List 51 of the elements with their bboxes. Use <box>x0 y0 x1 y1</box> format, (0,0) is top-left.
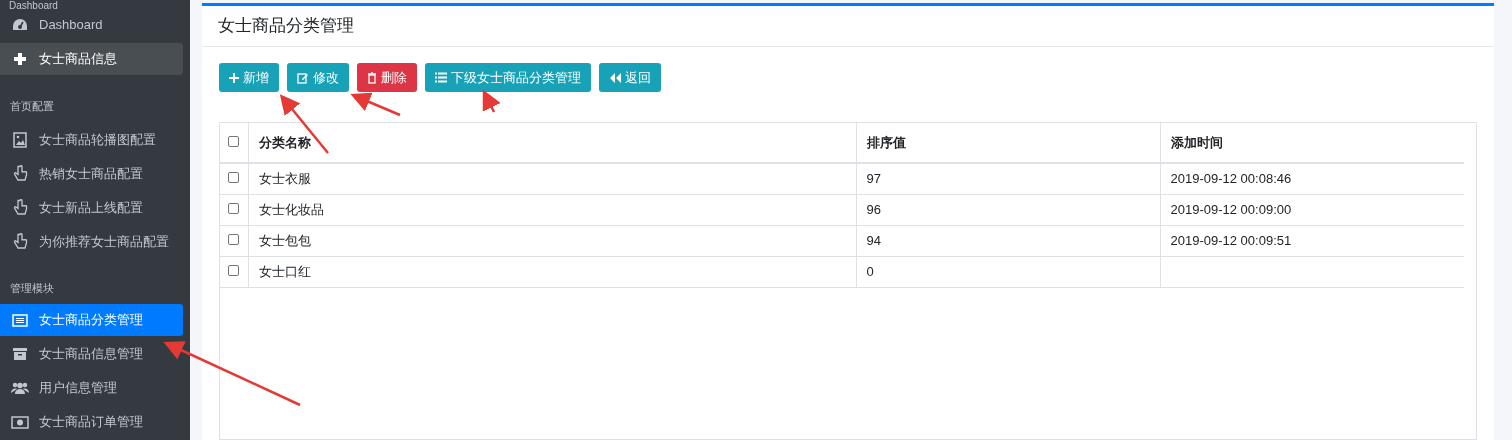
table-cell: 女士包包 <box>258 232 311 248</box>
dashboard-icon <box>12 18 28 32</box>
checkbox[interactable] <box>228 202 240 214</box>
sidebar-item[interactable]: 女士商品轮播图配置 <box>0 123 183 156</box>
plus-icon <box>13 52 27 66</box>
toolbar-button[interactable]: 删除 <box>357 63 417 92</box>
table-cell: 97 <box>866 171 881 186</box>
sidebar-item[interactable]: 女士商品信息管理 <box>0 338 183 370</box>
checkbox[interactable] <box>228 172 240 183</box>
column-header: 分类名称 <box>258 134 311 150</box>
sidebar-item[interactable]: 女士新品上线配置 <box>0 191 183 224</box>
list-icon <box>435 72 447 83</box>
sidebar-item[interactable]: 热销女士商品配置 <box>0 157 183 190</box>
sidebar-header: Dashboard <box>9 0 58 11</box>
rewind-icon <box>609 72 621 83</box>
pointing-hand-icon <box>12 199 28 216</box>
sidebar-item[interactable]: 女士商品订单管理 <box>0 406 183 438</box>
archive-icon <box>12 347 28 361</box>
pointing-hand-icon <box>12 233 28 250</box>
table-cell: 2019-09-12 00:09:51 <box>1170 232 1292 248</box>
sidebar-section-title: 管理模块 <box>9 280 55 296</box>
sidebar-item[interactable]: Dashboard <box>0 9 183 41</box>
image-icon <box>13 131 27 148</box>
sidebar-item[interactable]: 为你推荐女士商品配置 <box>0 225 183 258</box>
column-header: 排序值 <box>866 134 906 150</box>
column-header: 添加时间 <box>1170 134 1223 150</box>
table-cell: 2019-09-12 00:09:00 <box>1170 201 1292 217</box>
card-title: 女士商品分类管理 <box>218 15 354 38</box>
list-icon <box>12 313 28 327</box>
annotation-arrow <box>482 89 501 113</box>
table-cell: 女士衣服 <box>258 171 311 186</box>
pointing-hand-icon <box>12 165 28 182</box>
sidebar-section-title: 首页配置 <box>9 99 55 114</box>
plus-icon <box>229 72 239 83</box>
table-cell: 94 <box>866 232 881 248</box>
annotation-arrow <box>350 92 401 117</box>
sidebar-item[interactable]: 女士商品分类管理 <box>0 304 183 336</box>
checkbox[interactable] <box>228 264 240 276</box>
money-icon <box>11 415 29 429</box>
table-cell: 0 <box>866 263 874 279</box>
edit-icon <box>297 71 309 84</box>
table-cell: 女士口红 <box>258 263 311 279</box>
table-cell: 女士化妆品 <box>258 201 324 217</box>
sidebar-item[interactable]: 女士商品信息 <box>0 43 183 75</box>
trash-icon <box>367 71 377 84</box>
sidebar-item[interactable]: 用户信息管理 <box>0 372 183 404</box>
checkbox[interactable] <box>228 135 240 147</box>
table-cell: 96 <box>866 201 881 217</box>
table-cell: 2019-09-12 00:08:46 <box>1170 171 1292 186</box>
checkbox[interactable] <box>228 233 240 245</box>
users-icon <box>11 381 29 395</box>
